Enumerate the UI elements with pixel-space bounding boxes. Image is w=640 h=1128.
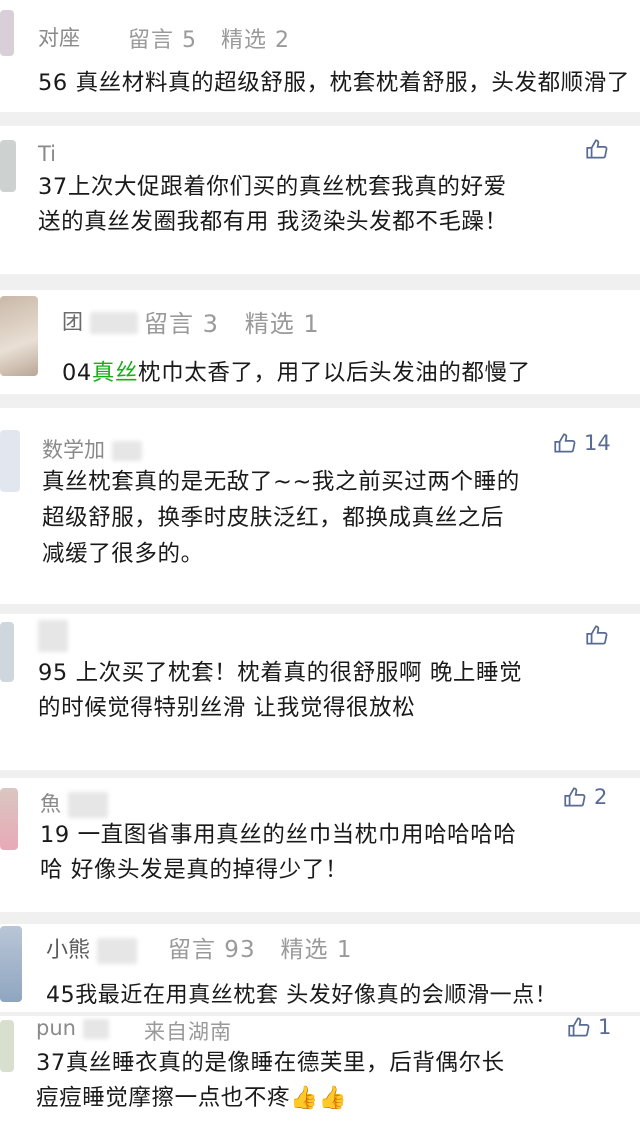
thumbs-up-icon bbox=[586, 625, 608, 645]
comment-text: 19 一直图省事用真丝的丝巾当枕巾用哈哈哈哈 哈 好像头发是真的掉得少了！ bbox=[40, 822, 517, 883]
comment-text: 37真丝睡衣真的是像睡在德芙里，后背偶尔长 痘痘睡觉摩擦一点也不疼👍👍 bbox=[36, 1050, 505, 1111]
commenter-name[interactable]: 对座 bbox=[38, 22, 80, 52]
redacted-blur bbox=[82, 1019, 109, 1039]
like-button[interactable] bbox=[584, 136, 616, 162]
comment-card: 对座 留言 5 精选 2 56 真丝材料真的超级舒服，枕套枕着舒服，头发都顺滑了 bbox=[0, 0, 640, 112]
separator bbox=[0, 394, 640, 408]
comment-text: 37上次大促跟着你们买的真丝枕套我真的好爱 送的真丝发圈我都有用 我烫染头发都不… bbox=[38, 174, 508, 235]
like-button[interactable]: 14 bbox=[552, 430, 611, 456]
commenter-name[interactable] bbox=[38, 620, 68, 652]
commenter-name[interactable]: 数学加 bbox=[42, 434, 142, 464]
commenter-name[interactable]: pun bbox=[36, 1016, 109, 1040]
redacted-blur bbox=[38, 620, 68, 652]
commenter-name[interactable]: 小熊 bbox=[46, 932, 138, 964]
separator bbox=[0, 770, 640, 778]
comment-text: 真丝枕套真的是无敌了~~我之前买过两个睡的 超级舒服，换季时皮肤泛红，都换成真丝… bbox=[42, 469, 520, 567]
redacted-blur bbox=[111, 441, 142, 461]
avatar[interactable] bbox=[0, 788, 18, 850]
commenter-name[interactable]: Ti bbox=[38, 142, 56, 166]
comment-card: Ti 37上次大促跟着你们买的真丝枕套我真的好爱 送的真丝发圈我都有用 我烫染头… bbox=[0, 126, 640, 274]
thumbs-up-icon bbox=[564, 787, 586, 807]
comment-text: 45我最近在用真丝枕套 头发好像真的会顺滑一点！ bbox=[46, 983, 558, 1008]
comment-text: 04真丝枕巾太香了，用了以后头发油的都慢了 bbox=[62, 360, 531, 386]
comment-card: 95 上次买了枕套！枕着真的很舒服啊 晚上睡觉 的时候觉得特别丝滑 让我觉得很放… bbox=[0, 614, 640, 770]
comment-text: 56 真丝材料真的超级舒服，枕套枕着舒服，头发都顺滑了 bbox=[38, 70, 630, 96]
separator bbox=[0, 274, 640, 290]
comment-card: 数学加 14 真丝枕套真的是无敌了~~我之前买过两个睡的 超级舒服，换季时皮肤泛… bbox=[0, 408, 640, 604]
avatar[interactable] bbox=[0, 296, 38, 376]
avatar[interactable] bbox=[0, 10, 14, 56]
avatar[interactable] bbox=[0, 140, 16, 192]
comment-card: 魚 2 19 一直图省事用真丝的丝巾当枕巾用哈哈哈哈 哈 好像头发是真的掉得少了… bbox=[0, 778, 640, 912]
comment-location: 来自湖南 bbox=[144, 1020, 232, 1044]
redacted-blur bbox=[97, 938, 138, 964]
like-button[interactable]: 1 bbox=[566, 1016, 611, 1040]
commenter-name[interactable]: 团 bbox=[62, 306, 138, 336]
avatar[interactable] bbox=[0, 926, 22, 1002]
comment-meta: 留言 93 精选 1 bbox=[168, 937, 353, 963]
avatar[interactable] bbox=[0, 430, 20, 492]
comment-text: 95 上次买了枕套！枕着真的很舒服啊 晚上睡觉 的时候觉得特别丝滑 让我觉得很放… bbox=[38, 660, 523, 721]
thumbs-up-icon bbox=[568, 1017, 590, 1037]
redacted-blur bbox=[67, 792, 108, 818]
commenter-name[interactable]: 魚 bbox=[40, 788, 108, 818]
like-button[interactable] bbox=[584, 622, 616, 648]
separator bbox=[0, 912, 640, 924]
thumbs-up-icon bbox=[586, 139, 608, 159]
comment-card: 团 留言 3 精选 1 04真丝枕巾太香了，用了以后头发油的都慢了 bbox=[0, 290, 640, 394]
comment-card: pun 来自湖南 1 37真丝睡衣真的是像睡在德芙里，后背偶尔长 痘痘睡觉摩擦一… bbox=[0, 1016, 640, 1128]
highlight-keyword: 真丝 bbox=[91, 360, 139, 386]
separator bbox=[0, 604, 640, 614]
avatar[interactable] bbox=[0, 1020, 14, 1072]
redacted-blur bbox=[89, 312, 138, 334]
comment-meta: 留言 5 精选 2 bbox=[128, 28, 290, 53]
thumbs-up-icon bbox=[554, 433, 576, 453]
like-button[interactable]: 2 bbox=[562, 784, 607, 810]
avatar[interactable] bbox=[0, 622, 14, 682]
comment-card: 小熊 留言 93 精选 1 45我最近在用真丝枕套 头发好像真的会顺滑一点！ bbox=[0, 924, 640, 1012]
separator bbox=[0, 112, 640, 126]
comment-meta: 留言 3 精选 1 bbox=[144, 310, 320, 338]
